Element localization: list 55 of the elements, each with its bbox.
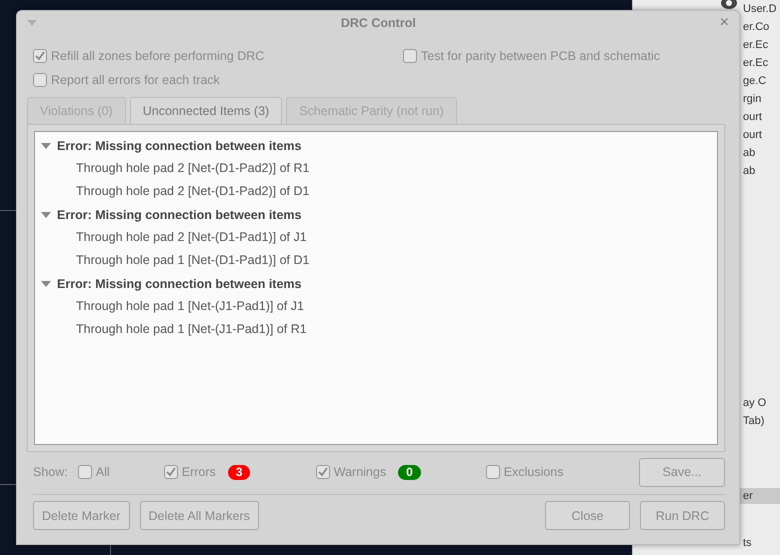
panel-item: ts [743,536,753,551]
window-title: DRC Control [340,16,416,30]
layer-label: ourt [743,110,763,125]
filter-label: All [96,465,110,479]
layer-label: User.D [743,2,778,17]
show-label: Show: [33,465,68,479]
layer-label: er.Co [743,20,770,35]
layer-label: rgin [743,92,762,107]
tree-item[interactable]: Through hole pad 1 [Net-(J1-Pad1)] of R1 [35,318,307,341]
expanded-arrow-icon[interactable] [41,278,51,288]
layer-label: ourt [743,128,763,143]
layer-label: er.Ec [743,56,770,71]
layer-label: ab [743,146,756,161]
filter-label: Errors [182,465,216,479]
dialog-button[interactable]: Run DRC [640,501,725,530]
option-label: Test for parity between PCB and schematic [421,49,660,63]
expanded-arrow-icon[interactable] [41,210,51,220]
option-label: Refill all zones before performing DRC [51,49,264,63]
eye-icon[interactable] [720,0,738,10]
filter-label: Warnings [334,465,386,479]
dialog-button[interactable]: Delete All Markers [140,501,259,530]
option-label: Report all errors for each track [51,73,220,87]
checkbox[interactable] [33,73,47,87]
save-button[interactable]: Save... [639,458,725,486]
count-badge: 0 [398,464,421,480]
checkbox[interactable] [403,49,417,63]
error-heading[interactable]: Error: Missing connection between items [57,208,302,222]
tree-item[interactable]: Through hole pad 1 [Net-(J1-Pad1)] of J1 [35,295,304,318]
layer-label: ab [743,164,756,179]
layer-label: ge.C [743,74,768,89]
dialog-button[interactable]: Close [545,501,630,530]
tree-item[interactable]: Through hole pad 2 [Net-(D1-Pad2)] of D1 [35,180,310,203]
layer-label: ay O [743,396,768,411]
option-checkbox[interactable]: Report all errors for each track [33,73,403,87]
expanded-arrow-icon[interactable] [41,140,51,150]
checkbox[interactable] [486,465,500,479]
checkbox[interactable] [33,49,47,63]
tree-item[interactable]: Through hole pad 2 [Net-(D1-Pad1)] of J1 [35,226,307,249]
tab[interactable]: Unconnected Items (3) [130,97,282,124]
count-badge: 3 [228,464,250,480]
checkbox[interactable] [78,465,92,479]
layer-label: er.Ec [743,38,770,53]
close-button[interactable]: × [720,14,729,32]
dialog-button[interactable]: Delete Marker [33,501,130,530]
checkbox[interactable] [316,465,330,479]
window-menu-icon[interactable] [27,20,37,26]
layer-label: Tab) [743,414,766,429]
checkbox[interactable] [164,465,178,479]
tree-item[interactable]: Through hole pad 2 [Net-(D1-Pad2)] of R1 [35,157,310,180]
filter-label: Exclusions [504,465,564,479]
error-heading[interactable]: Error: Missing connection between items [57,276,302,290]
option-checkbox[interactable]: Refill all zones before performing DRC [33,49,403,63]
option-checkbox[interactable]: Test for parity between PCB and schematic [403,49,725,63]
tree-item[interactable]: Through hole pad 1 [Net-(D1-Pad1)] of D1 [35,249,310,272]
error-heading[interactable]: Error: Missing connection between items [57,138,302,152]
